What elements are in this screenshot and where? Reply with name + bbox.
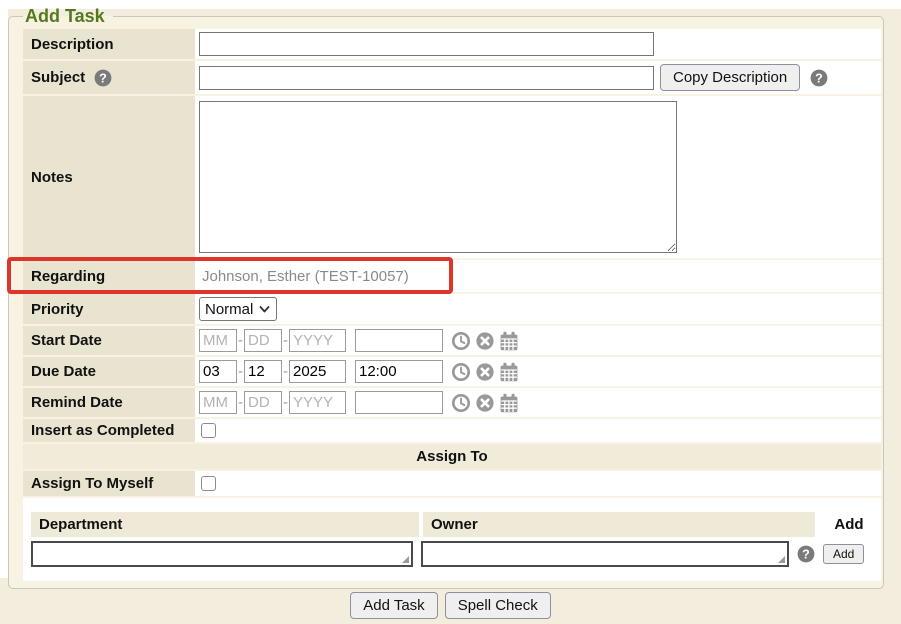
help-icon[interactable] bbox=[810, 69, 828, 87]
assign-to-section-header: Assign To bbox=[23, 444, 881, 469]
calendar-icon[interactable] bbox=[499, 362, 519, 382]
start-year-input[interactable] bbox=[289, 329, 346, 352]
due-year-input[interactable] bbox=[289, 360, 346, 383]
clock-icon[interactable] bbox=[451, 331, 471, 351]
remind-month-input[interactable] bbox=[199, 391, 237, 414]
priority-select[interactable]: Normal bbox=[199, 297, 277, 321]
calendar-icon[interactable] bbox=[499, 393, 519, 413]
subject-label: Subject bbox=[31, 69, 85, 86]
page-title: Add Task bbox=[23, 6, 113, 27]
description-input[interactable] bbox=[199, 32, 654, 56]
start-date-row: Start Date - - bbox=[23, 326, 881, 355]
insert-completed-row: Insert as Completed bbox=[23, 419, 881, 442]
department-column-header: Department bbox=[31, 512, 419, 537]
chevron-down-icon bbox=[259, 305, 270, 313]
regarding-row: Regarding Johnson, Esther (TEST-10057) bbox=[23, 260, 881, 292]
due-date-row: Due Date - - bbox=[23, 357, 881, 386]
insert-completed-checkbox[interactable] bbox=[201, 423, 216, 438]
subject-row: Subject Copy Description bbox=[23, 61, 881, 94]
assign-table-input-row: Add bbox=[31, 541, 871, 567]
due-date-label: Due Date bbox=[23, 357, 195, 386]
notes-label: Notes bbox=[23, 96, 195, 258]
date-separator: - bbox=[238, 332, 243, 349]
date-separator: - bbox=[238, 363, 243, 380]
start-month-input[interactable] bbox=[199, 329, 237, 352]
department-input[interactable] bbox=[31, 541, 413, 567]
date-separator: - bbox=[238, 394, 243, 411]
date-separator: - bbox=[283, 394, 288, 411]
regarding-value: Johnson, Esther (TEST-10057) bbox=[199, 268, 409, 285]
notes-textarea[interactable] bbox=[199, 101, 677, 253]
form-rows: Description Subject Copy Description Not… bbox=[23, 29, 881, 581]
page-left-margin bbox=[0, 0, 8, 578]
start-date-label: Start Date bbox=[23, 326, 195, 355]
priority-selected-value: Normal bbox=[205, 301, 253, 318]
remind-date-label: Remind Date bbox=[23, 388, 195, 417]
subject-input[interactable] bbox=[199, 66, 654, 90]
date-separator: - bbox=[283, 332, 288, 349]
notes-row: Notes bbox=[23, 96, 881, 258]
date-separator: - bbox=[283, 363, 288, 380]
start-day-input[interactable] bbox=[244, 329, 282, 352]
clock-icon[interactable] bbox=[451, 362, 471, 382]
priority-row: Priority Normal bbox=[23, 294, 881, 324]
x-circle-icon[interactable] bbox=[475, 393, 495, 413]
assign-myself-checkbox[interactable] bbox=[201, 476, 216, 491]
assign-table-header-row: Department Owner Add bbox=[31, 512, 871, 537]
remind-time-input[interactable] bbox=[355, 391, 443, 414]
assign-myself-label: Assign To Myself bbox=[23, 471, 195, 496]
owner-input[interactable] bbox=[421, 541, 789, 567]
clock-icon[interactable] bbox=[451, 393, 471, 413]
description-row: Description bbox=[23, 29, 881, 59]
assign-table: Department Owner Add Add bbox=[23, 498, 881, 581]
footer-bar: Add Task Spell Check bbox=[0, 592, 901, 624]
add-task-button[interactable]: Add Task bbox=[350, 592, 437, 619]
regarding-label: Regarding bbox=[23, 260, 195, 292]
assign-myself-row: Assign To Myself bbox=[23, 471, 881, 496]
remind-date-row: Remind Date - - bbox=[23, 388, 881, 417]
help-icon[interactable] bbox=[94, 69, 112, 87]
add-assignee-button[interactable]: Add bbox=[823, 544, 864, 564]
x-circle-icon[interactable] bbox=[475, 331, 495, 351]
add-task-panel: Add Task Description Subject Copy Descri… bbox=[8, 6, 884, 589]
due-time-input[interactable] bbox=[355, 360, 443, 383]
owner-column-header: Owner bbox=[423, 512, 815, 537]
calendar-icon[interactable] bbox=[499, 331, 519, 351]
remind-day-input[interactable] bbox=[244, 391, 282, 414]
copy-description-button[interactable]: Copy Description bbox=[660, 64, 800, 91]
help-icon[interactable] bbox=[797, 545, 815, 563]
start-time-input[interactable] bbox=[355, 329, 443, 352]
x-circle-icon[interactable] bbox=[475, 362, 495, 382]
spell-check-button[interactable]: Spell Check bbox=[445, 592, 551, 619]
insert-completed-label: Insert as Completed bbox=[23, 419, 195, 442]
due-day-input[interactable] bbox=[244, 360, 282, 383]
due-month-input[interactable] bbox=[199, 360, 237, 383]
add-column-header: Add bbox=[819, 512, 871, 537]
priority-label: Priority bbox=[23, 294, 195, 324]
remind-year-input[interactable] bbox=[289, 391, 346, 414]
description-label: Description bbox=[23, 29, 195, 59]
